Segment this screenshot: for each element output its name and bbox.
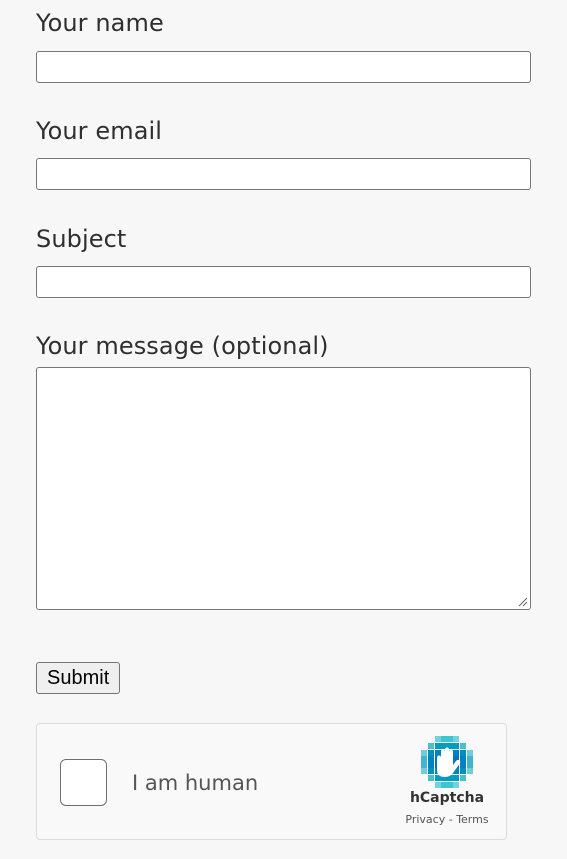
submit-button[interactable]: Submit xyxy=(36,662,121,694)
privacy-link[interactable]: Privacy xyxy=(405,813,445,826)
hcaptcha-hand-icon xyxy=(421,736,473,788)
message-label: Your message (optional) xyxy=(36,332,329,360)
captcha-checkbox-label: I am human xyxy=(132,771,259,795)
hcaptcha-brand: hCaptcha xyxy=(409,790,485,806)
subject-label: Subject xyxy=(36,225,127,253)
resize-handle-icon[interactable] xyxy=(518,597,528,607)
email-input[interactable] xyxy=(36,158,531,190)
name-input[interactable] xyxy=(36,51,531,83)
name-label: Your name xyxy=(36,9,164,37)
terms-link[interactable]: Terms xyxy=(456,813,488,826)
subject-input[interactable] xyxy=(36,266,531,298)
link-separator: - xyxy=(445,813,457,826)
hcaptcha-widget: I am human hCaptcha Privacy - Terms xyxy=(36,723,507,840)
captcha-links: Privacy - Terms xyxy=(387,813,507,826)
email-label: Your email xyxy=(36,117,163,145)
message-textarea[interactable] xyxy=(36,367,531,610)
captcha-checkbox[interactable] xyxy=(60,759,107,806)
